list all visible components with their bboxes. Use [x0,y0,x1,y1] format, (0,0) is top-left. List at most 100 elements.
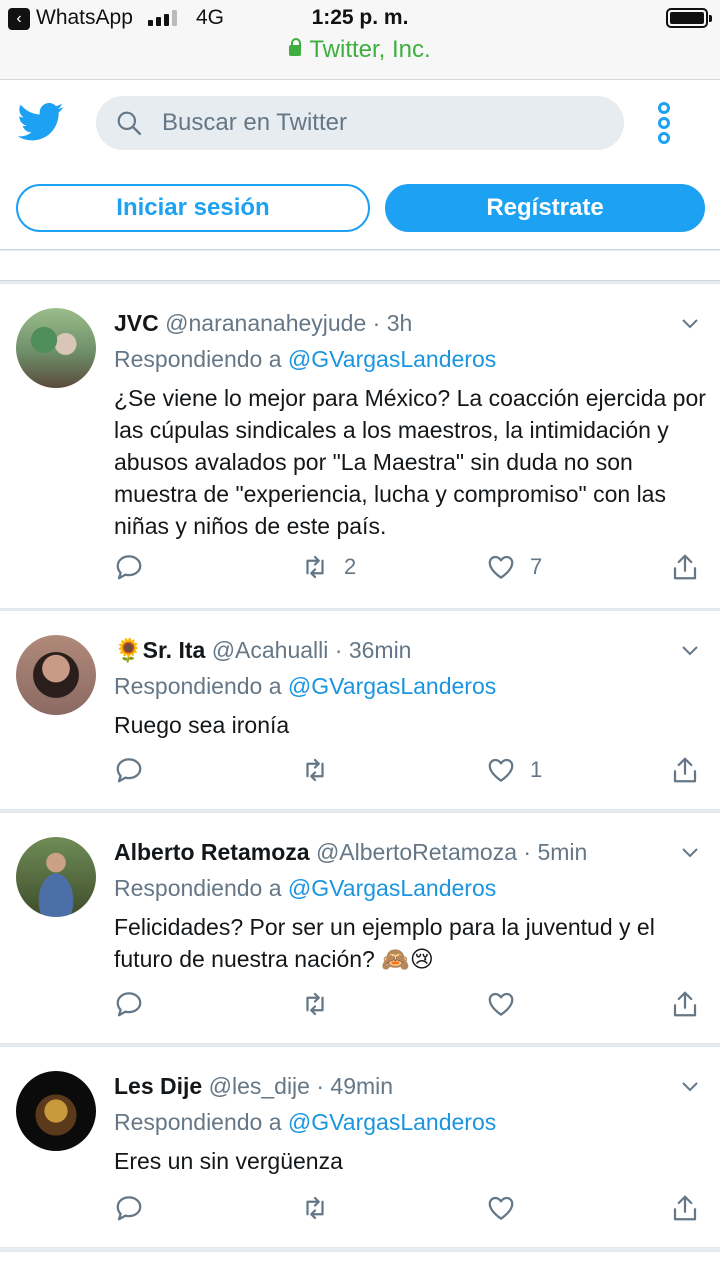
tweet-time[interactable]: 49min [330,1073,393,1099]
tweet-time[interactable]: 3h [387,310,413,336]
mention-link[interactable]: @GVargasLanderos [288,346,496,372]
tweet[interactable]: Alberto Retamoza @AlbertoRetamoza · 5min… [0,812,720,1044]
tweet-header: Les Dije @les_dije · 49min [114,1073,393,1100]
tweet-actions [114,987,704,1021]
user-handle[interactable]: @les_dije [209,1073,310,1099]
chevron-down-icon[interactable] [682,643,698,659]
reply-icon [116,758,142,783]
reply-button[interactable] [114,987,144,1021]
chevron-down-icon[interactable] [682,316,698,332]
tweet-text: ¿Se viene lo mejor para México? La coacc… [114,385,706,539]
retweet-button[interactable]: 2 [300,550,356,584]
replying-to-label: Respondiendo a [114,875,282,901]
reply-icon [116,1196,142,1221]
display-name[interactable]: Alberto Retamoza [114,839,310,865]
avatar[interactable] [16,837,96,917]
tweet-header: 🌻Sr. Ita @Acahualli · 36min [114,637,411,664]
avatar[interactable] [16,1071,96,1151]
heart-icon [488,992,514,1016]
replying-to-label: Respondiendo a [114,673,282,699]
heart-icon [488,758,514,782]
retweet-icon [306,1196,324,1220]
replying-to: Respondiendo a @GVargasLanderos [114,673,496,700]
reply-button[interactable] [114,753,144,787]
like-button[interactable]: 7 [486,550,542,584]
display-name[interactable]: JVC [114,310,159,336]
avatar[interactable] [16,635,96,715]
like-count: 7 [530,554,543,579]
tweet-text: Eres un sin vergüenza [114,1148,343,1174]
replying-to-label: Respondiendo a [114,346,282,372]
sunflower-icon: 🌻 [114,638,143,664]
tweet[interactable]: Les Dije @les_dije · 49min Respondiendo … [0,1046,720,1248]
share-icon [673,757,697,783]
share-icon [673,991,697,1017]
search-icon [117,111,142,136]
retweet-count: 2 [344,554,357,579]
battery-icon [666,8,712,28]
tweet[interactable]: JVC @narananaheyjude · 3h Respondiendo a… [0,283,720,609]
like-button[interactable] [486,1191,530,1225]
display-name[interactable]: Sr. Ita [143,637,206,663]
like-button[interactable]: 1 [486,753,542,787]
tweet-header: JVC @narananaheyjude · 3h [114,310,412,337]
replying-to: Respondiendo a @GVargasLanderos [114,875,496,902]
reply-button[interactable] [114,1191,144,1225]
chevron-down-icon[interactable] [682,1079,698,1095]
replying-to: Respondiendo a @GVargasLanderos [114,1109,496,1136]
reply-button[interactable] [114,550,144,584]
separator-dot: · [316,1073,325,1099]
tweet-actions: 2 7 [114,550,704,584]
search-box[interactable] [96,96,624,150]
like-count: 1 [530,757,543,782]
avatar[interactable] [16,308,96,388]
user-handle[interactable]: @narananaheyjude [165,310,366,336]
twitter-header: Iniciar sesión Regístrate [0,80,720,250]
signup-button[interactable]: Regístrate [385,184,705,232]
mention-link[interactable]: @GVargasLanderos [288,875,496,901]
tweet-time[interactable]: 36min [349,637,412,663]
separator-dot: · [372,310,381,336]
tweet-time[interactable]: 5min [537,839,587,865]
lock-icon [289,38,302,56]
retweet-button[interactable] [300,987,344,1021]
user-handle[interactable]: @Acahualli [212,637,329,663]
search-input[interactable] [162,96,602,150]
site-name: Twitter, Inc. [309,36,431,63]
previous-tweet-stub [0,251,720,281]
mention-link[interactable]: @GVargasLanderos [288,673,496,699]
reply-icon [116,992,142,1017]
share-button[interactable] [670,987,700,1021]
tweet-feed[interactable]: JVC @narananaheyjude · 3h Respondiendo a… [0,251,720,1280]
tweet[interactable]: 🌻Sr. Ita @Acahualli · 36min Respondiendo… [0,610,720,810]
share-button[interactable] [670,753,700,787]
more-options-icon[interactable] [652,102,676,144]
twitter-bird-icon[interactable] [18,102,64,142]
tweet-header: Alberto Retamoza @AlbertoRetamoza · 5min [114,839,587,866]
mention-link[interactable]: @GVargasLanderos [288,1109,496,1135]
tweet-actions [114,1191,704,1225]
status-bar: ‹ WhatsApp 4G 1:25 p. m. Twitter, Inc. [0,0,720,80]
user-handle[interactable]: @AlbertoRetamoza [316,839,517,865]
retweet-icon [306,992,324,1016]
share-button[interactable] [670,550,700,584]
next-tweet-stub [0,1251,720,1280]
share-button[interactable] [670,1191,700,1225]
share-icon [673,554,697,580]
retweet-icon [306,555,324,579]
retweet-icon [306,758,324,782]
reply-icon [116,555,142,580]
like-button[interactable] [486,987,530,1021]
address-bar[interactable]: Twitter, Inc. [0,36,720,64]
retweet-button[interactable] [300,1191,344,1225]
retweet-button[interactable] [300,753,344,787]
login-button[interactable]: Iniciar sesión [16,184,370,232]
tweet-actions: 1 [114,753,704,787]
heart-icon [488,555,514,579]
tweet-text: Felicidades? Por ser un ejemplo para la … [114,914,655,972]
display-name[interactable]: Les Dije [114,1073,202,1099]
chevron-down-icon[interactable] [682,845,698,861]
heart-icon [488,1196,514,1220]
separator-dot: · [334,637,343,663]
tweet-text: Ruego sea ironía [114,712,290,738]
